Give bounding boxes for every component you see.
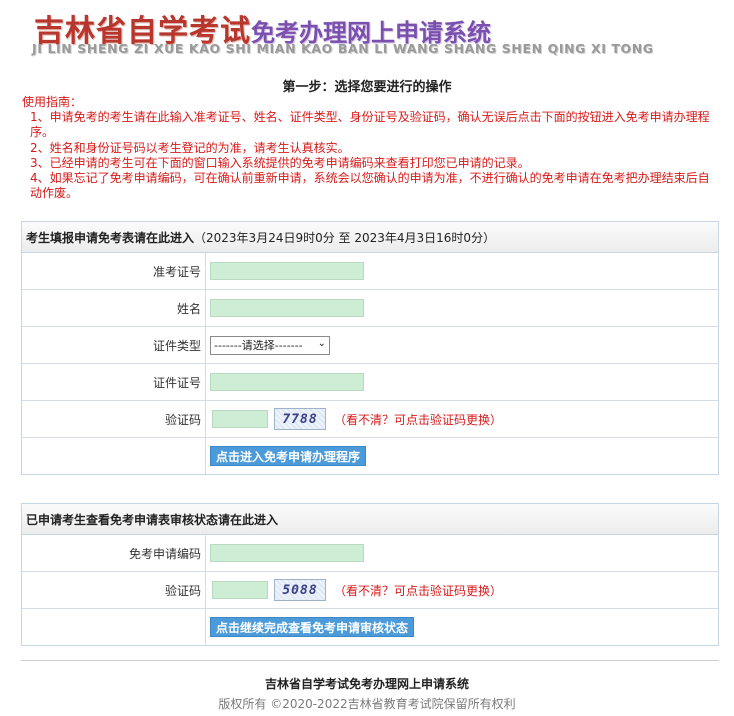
id-no-input[interactable] <box>210 373 364 391</box>
chevron-down-icon: ⌄ <box>317 337 326 349</box>
status-captcha-label: 验证码 <box>22 572 206 608</box>
app-code-input[interactable] <box>210 544 364 562</box>
id-no-label: 证件证号 <box>22 364 206 400</box>
apply-panel-heading: 考生填报申请免考表请在此进入 <box>26 231 195 245</box>
apply-panel-header: 考生填报申请免考表请在此进入（2023年3月24日9时0分 至 2023年4月3… <box>22 222 718 253</box>
usage-guide: 使用指南： 1、申请免考的考生请在此输入准考证号、姓名、证件类型、身份证号及验证… <box>22 95 718 201</box>
step-title: 第一步：选择您要进行的操作 <box>282 80 452 95</box>
exam-no-label: 准考证号 <box>22 253 206 289</box>
guide-heading: 使用指南： <box>22 95 83 109</box>
footer-title: 吉林省自学考试免考办理网上申请系统 <box>264 677 469 691</box>
app-code-label: 免考申请编码 <box>22 535 206 571</box>
status-panel: 已申请考生查看免考申请表审核状态请在此进入 免考申请编码 验证码 5088 （看… <box>21 503 719 646</box>
id-type-select[interactable]: -------请选择------- ⌄ <box>210 335 330 355</box>
name-label: 姓名 <box>22 290 206 326</box>
site-title-pinyin: JI LIN SHENG ZI XUE KAO SHI MIAN KAO BAN… <box>32 41 654 56</box>
status-submit-row: 点击继续完成查看免考申请审核状态 <box>22 609 718 645</box>
id-type-row: 证件类型 -------请选择------- ⌄ <box>22 327 718 364</box>
status-panel-header: 已申请考生查看免考申请表审核状态请在此进入 <box>22 504 718 535</box>
captcha-label: 验证码 <box>22 401 206 437</box>
name-input[interactable] <box>210 299 364 317</box>
captcha-row: 验证码 7788 （看不清？可点击验证码更换） <box>22 401 718 438</box>
captcha-input[interactable] <box>212 410 268 428</box>
guide-item-4: 4、如果忘记了免考申请编码，可在确认前重新申请，系统会以您确认的申请为准，不进行… <box>30 171 710 201</box>
apply-submit-button[interactable]: 点击进入免考申请办理程序 <box>210 446 367 466</box>
status-captcha-image[interactable]: 5088 <box>274 579 326 601</box>
apply-submit-row: 点击进入免考申请办理程序 <box>22 438 718 474</box>
site-header: 吉林省自学考试免考办理网上申请系统 JI LIN SHENG ZI XUE KA… <box>30 0 653 62</box>
status-panel-heading: 已申请考生查看免考申请表审核状态请在此进入 <box>26 513 279 527</box>
status-captcha-input[interactable] <box>212 581 268 599</box>
status-captcha-row: 验证码 5088 （看不清？可点击验证码更换） <box>22 572 718 609</box>
apply-panel: 考生填报申请免考表请在此进入（2023年3月24日9时0分 至 2023年4月3… <box>21 221 719 475</box>
id-type-selected: -------请选择------- <box>214 339 303 352</box>
guide-item-2: 2、姓名和身份证号码以考生登记的为准，请考生认真核实。 <box>30 140 350 155</box>
exam-no-input[interactable] <box>210 262 364 280</box>
app-code-row: 免考申请编码 <box>22 535 718 572</box>
status-captcha-refresh-hint[interactable]: （看不清？可点击验证码更换） <box>334 582 502 599</box>
id-type-label: 证件类型 <box>22 327 206 363</box>
name-row: 姓名 <box>22 290 718 327</box>
apply-period: （2023年3月24日9时0分 至 2023年4月3日16时0分） <box>194 231 496 245</box>
id-no-row: 证件证号 <box>22 364 718 401</box>
footer-divider <box>21 660 719 661</box>
guide-item-3: 3、已经申请的考生可在下面的窗口输入系统提供的免考申请编码来查看打印您已申请的记… <box>30 155 530 170</box>
status-submit-button[interactable]: 点击继续完成查看免考申请审核状态 <box>210 617 415 637</box>
captcha-image[interactable]: 7788 <box>274 408 326 430</box>
captcha-refresh-hint[interactable]: （看不清？可点击验证码更换） <box>334 411 502 428</box>
exam-no-row: 准考证号 <box>22 253 718 290</box>
guide-item-1: 1、申请免考的考生请在此输入准考证号、姓名、证件类型、身份证号及验证码，确认无误… <box>30 110 710 140</box>
footer-copyright: 版权所有 ©2020-2022吉林省教育考试院保留所有权利 <box>218 697 516 711</box>
